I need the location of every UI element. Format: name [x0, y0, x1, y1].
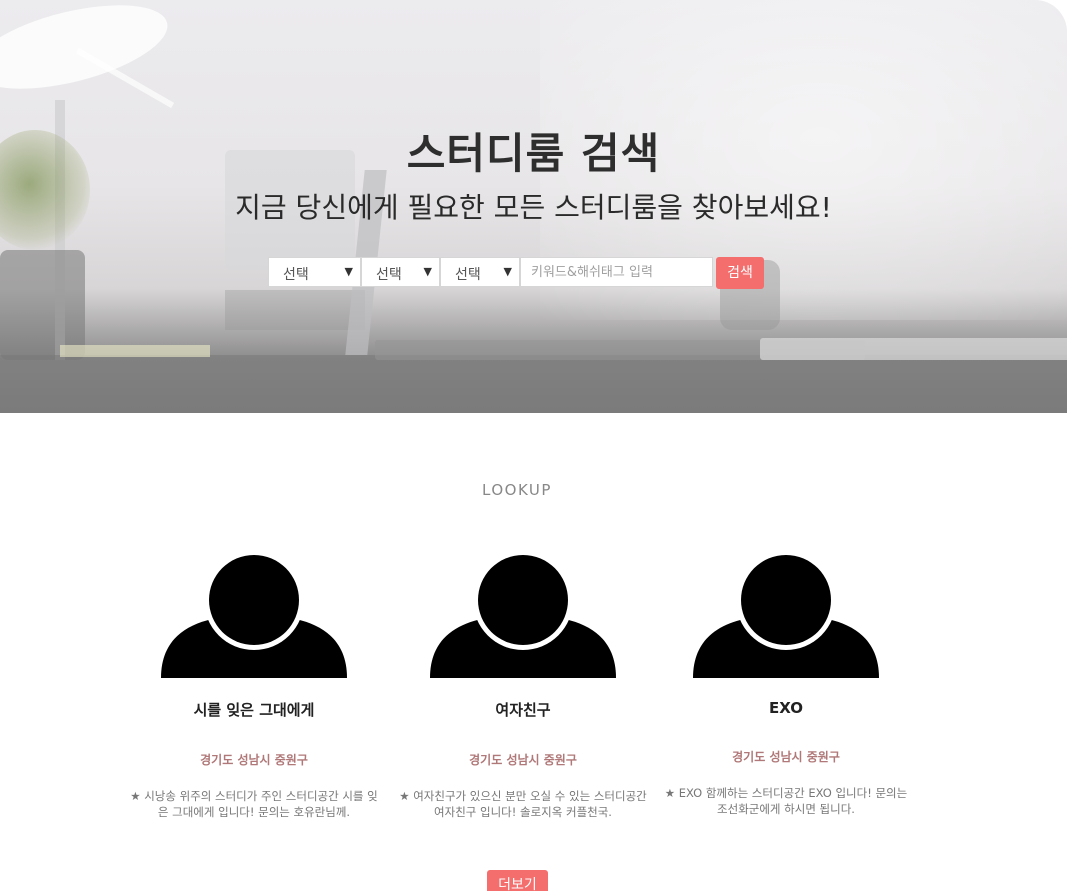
caret-down-icon: ▼: [503, 265, 512, 278]
region-select-3[interactable]: 선택 ▼: [440, 257, 520, 287]
studyroom-card[interactable]: 여자친구 경기도 성남시 중원구 ★ 여자친구가 있으신 분만 오실 수 있는 …: [388, 555, 658, 820]
book-decoration: [760, 338, 1067, 360]
studyroom-card[interactable]: EXO 경기도 성남시 중원구 ★ EXO 함께하는 스터디공간 EXO 입니다…: [651, 555, 921, 817]
section-label-lookup: LOOKUP: [482, 481, 552, 499]
page-title: 스터디룸 검색: [406, 129, 661, 178]
search-button[interactable]: 검색: [716, 257, 764, 289]
card-description: ★ 여자친구가 있으신 분만 오실 수 있는 스터디공간 여자친구 입니다! 솔…: [399, 789, 647, 819]
hero-banner: 스터디룸 검색 지금 당신에게 필요한 모든 스터디룸을 찾아보세요! 선택 ▼…: [0, 0, 1067, 413]
caret-down-icon: ▼: [344, 265, 353, 278]
card-location: 경기도 성남시 중원구: [200, 753, 308, 767]
region-select-1[interactable]: 선택 ▼: [268, 257, 361, 287]
card-title: 여자친구: [495, 701, 551, 719]
box-decoration: [225, 290, 365, 330]
studyroom-card[interactable]: 시를 잊은 그대에게 경기도 성남시 중원구 ★ 시낭송 위주의 스터디가 주인…: [119, 555, 389, 820]
desk-decoration: [0, 355, 1067, 413]
paper-decoration: [60, 345, 210, 357]
pot-decoration: [0, 250, 85, 360]
card-description: ★ EXO 함께하는 스터디공간 EXO 입니다! 문의는 조선화군에게 하시면…: [664, 786, 908, 816]
page-subtitle: 지금 당신에게 필요한 모든 스터디룸을 찾아보세요!: [235, 191, 832, 224]
caret-down-icon: ▼: [423, 265, 432, 278]
select-value: 선택: [376, 267, 402, 283]
card-location: 경기도 성남시 중원구: [732, 750, 840, 764]
search-bar: 선택 ▼ 선택 ▼ 선택 ▼ 검색: [268, 257, 765, 289]
keyword-input[interactable]: [520, 257, 713, 287]
card-title: EXO: [768, 699, 804, 717]
region-select-2[interactable]: 선택 ▼: [361, 257, 440, 287]
card-description: ★ 시낭송 위주의 스터디가 주인 스터디공간 시를 잊은 그대에게 입니다! …: [130, 789, 378, 819]
user-silhouette-icon: [693, 555, 879, 678]
page: 스터디룸 검색 지금 당신에게 필요한 모든 스터디룸을 찾아보세요! 선택 ▼…: [0, 0, 1067, 891]
select-value: 선택: [455, 267, 481, 283]
card-title: 시를 잊은 그대에게: [193, 701, 315, 719]
select-value: 선택: [283, 267, 309, 283]
user-silhouette-icon: [161, 555, 347, 678]
more-button[interactable]: 더보기: [487, 870, 548, 891]
card-location: 경기도 성남시 중원구: [469, 753, 577, 767]
user-silhouette-icon: [430, 555, 616, 678]
